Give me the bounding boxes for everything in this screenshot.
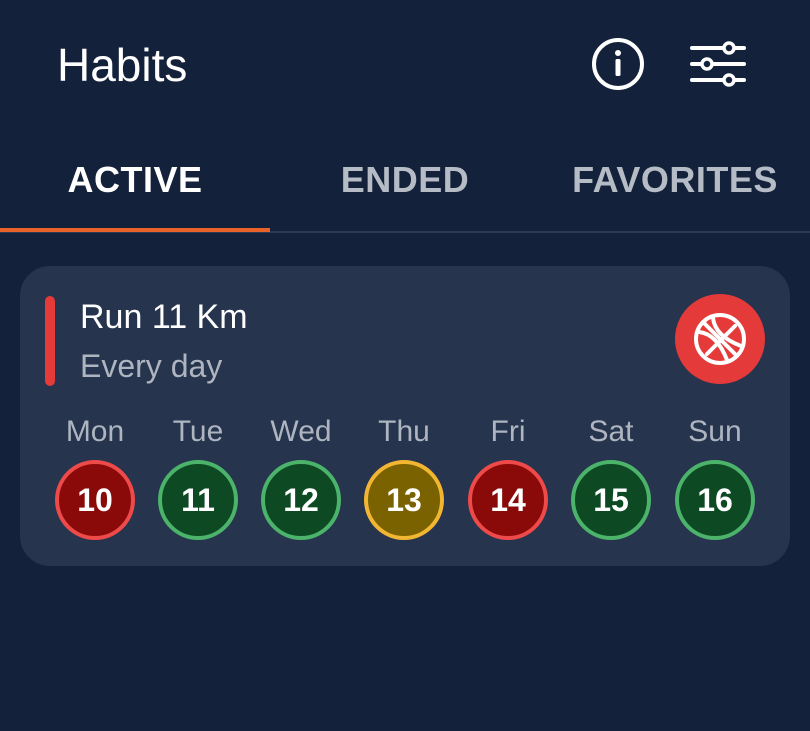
habit-frequency: Every day xyxy=(80,348,223,384)
sliders-icon xyxy=(690,41,746,87)
week-row: Mon 10 Tue 11 Wed 12 Thu 13 Fri 14 Sat 15 Sun 16 xyxy=(20,412,790,552)
day-status-done[interactable]: 12 xyxy=(261,460,341,540)
tab-active[interactable]: ACTIVE xyxy=(0,130,270,230)
day-status-done[interactable]: 11 xyxy=(158,460,238,540)
day-label: Thu xyxy=(378,415,430,448)
day-label: Fri xyxy=(490,415,526,448)
habit-icon-badge[interactable] xyxy=(675,294,765,384)
day-label: Mon xyxy=(65,415,125,448)
day-status-failed[interactable]: 14 xyxy=(468,460,548,540)
day-label: Tue xyxy=(172,415,224,448)
day-status-failed[interactable]: 10 xyxy=(55,460,135,540)
day-label: Sun xyxy=(688,415,742,448)
day-item-fri: Fri 14 xyxy=(463,412,553,540)
tab-bar: ACTIVE ENDED FAVORITES xyxy=(0,130,810,234)
day-item-thu: Thu 13 xyxy=(359,412,449,540)
habit-title: Run 11 Km xyxy=(80,298,248,336)
page-title: Habits xyxy=(57,39,188,91)
day-item-sat: Sat 15 xyxy=(566,412,656,540)
tab-favorites[interactable]: FAVORITES xyxy=(540,130,810,230)
tab-indicator xyxy=(0,228,270,232)
filter-button[interactable] xyxy=(688,34,748,94)
day-item-tue: Tue 11 xyxy=(153,412,243,540)
app-header: Habits xyxy=(0,0,810,130)
day-item-wed: Wed 12 xyxy=(256,412,346,540)
habit-card[interactable]: Run 11 Km Every day Mon 10 Tue 11 Wed 12 Thu 13… xyxy=(20,266,790,566)
day-status-done[interactable]: 15 xyxy=(571,460,651,540)
day-item-mon: Mon 10 xyxy=(50,412,140,540)
habit-color-bar xyxy=(45,296,55,386)
day-label: Sat xyxy=(588,415,634,448)
basketball-icon xyxy=(694,313,746,365)
day-status-partial[interactable]: 13 xyxy=(364,460,444,540)
day-label: Wed xyxy=(270,415,332,448)
info-button[interactable] xyxy=(588,34,648,94)
day-item-sun: Sun 16 xyxy=(670,412,760,540)
day-status-done[interactable]: 16 xyxy=(675,460,755,540)
tab-ended[interactable]: ENDED xyxy=(270,130,540,230)
habits-screen: Habits ACTIVE ENDED FAVORITES Run 11 Km … xyxy=(0,0,810,731)
info-icon xyxy=(592,38,644,90)
